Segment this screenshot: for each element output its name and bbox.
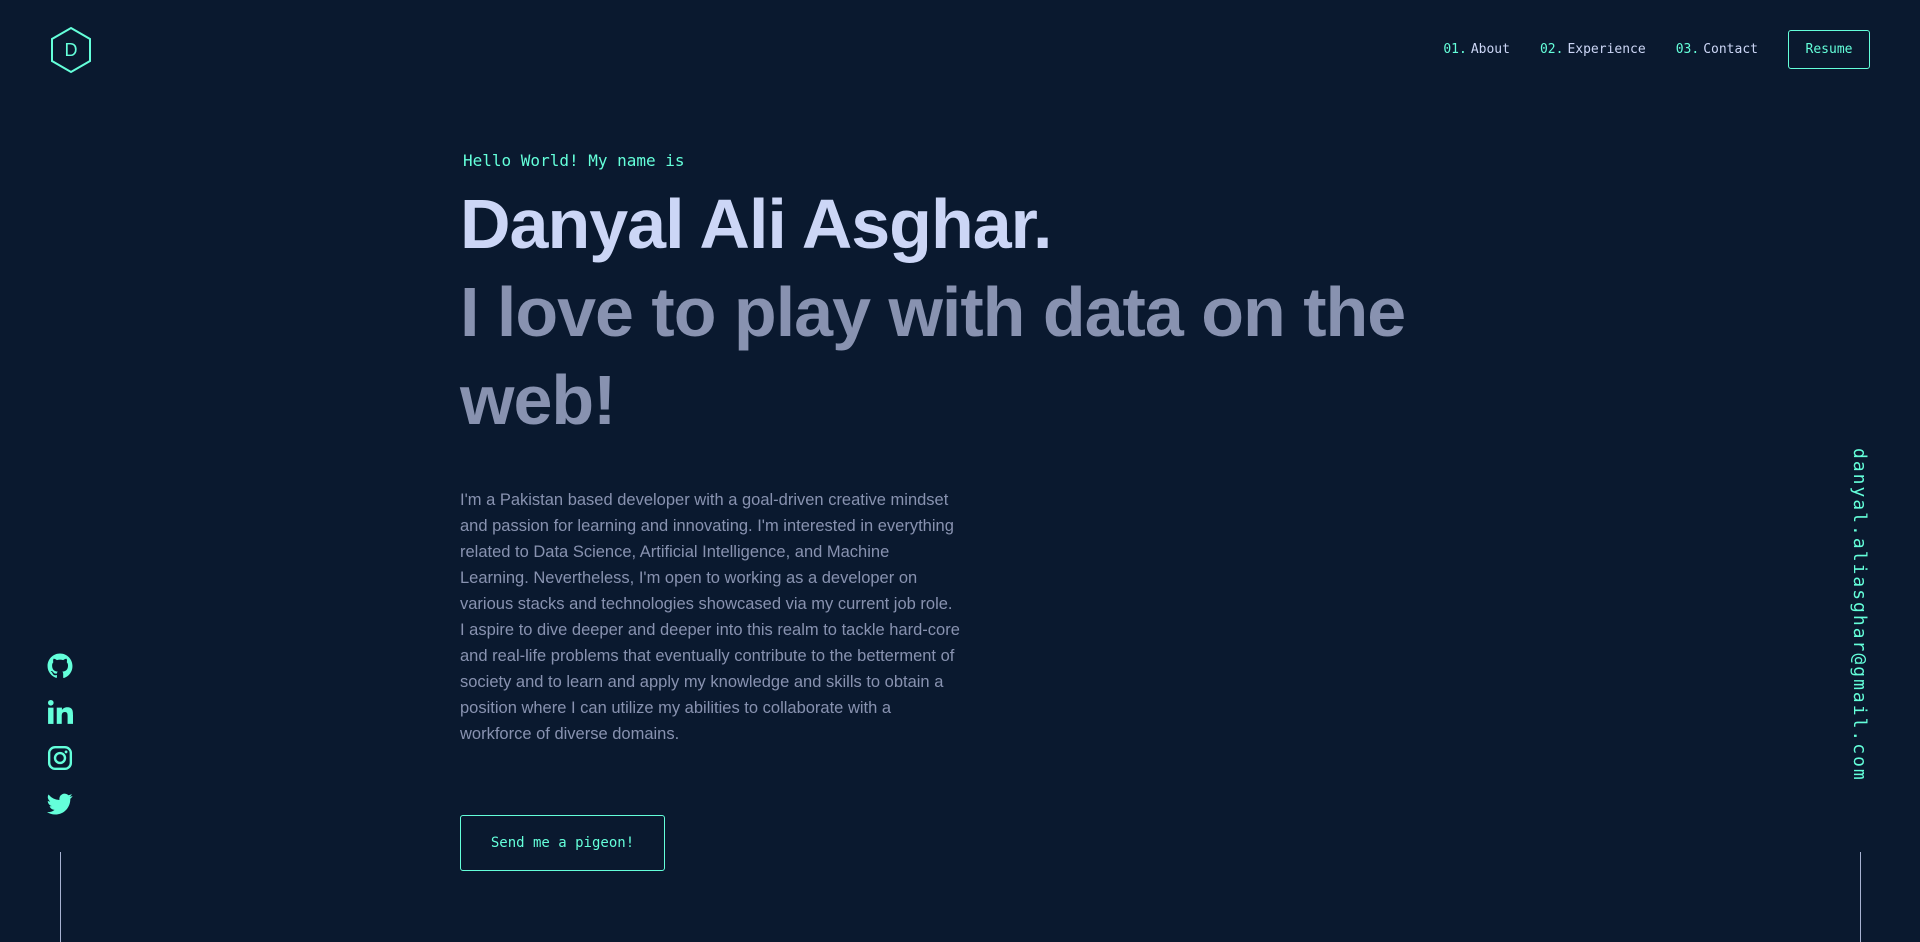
main-nav: 01. About 02. Experience 03. Contact Resume [1413, 30, 1870, 69]
right-sidebar-line [1860, 852, 1861, 942]
nav-item-label: About [1470, 42, 1510, 57]
nav-item-label: Experience [1567, 42, 1646, 57]
github-icon [47, 653, 73, 679]
left-sidebar-line [60, 852, 61, 942]
hero-tagline: I love to play with data on the web! [460, 273, 1406, 439]
nav-item-number: 02. [1539, 42, 1564, 57]
hero-bio: I'm a Pakistan based developer with a go… [460, 491, 960, 743]
instagram-link[interactable] [46, 744, 74, 772]
nav-item-number: 03. [1675, 42, 1700, 57]
nav-item-label: Contact [1703, 42, 1758, 57]
hero-greeting: Hello World! My name is [463, 151, 685, 170]
linkedin-icon [47, 699, 73, 724]
twitter-link[interactable] [46, 790, 74, 818]
logo-letter: D [64, 39, 78, 60]
email-link[interactable]: danyal.aliasghar@gmail.com [1849, 448, 1870, 782]
nav-item-number: 01. [1443, 42, 1467, 57]
resume-button[interactable]: Resume [1788, 30, 1870, 69]
linkedin-link[interactable] [46, 698, 74, 726]
send-pigeon-button[interactable]: Send me a pigeon! [460, 815, 665, 871]
hero-name: Danyal Ali Asghar. [460, 185, 1052, 263]
logo[interactable]: D [49, 26, 93, 74]
nav-item-contact[interactable]: 03. Contact [1676, 42, 1758, 57]
github-link[interactable] [46, 652, 74, 680]
twitter-icon [47, 793, 73, 815]
nav-item-about[interactable]: 01. About [1443, 42, 1510, 57]
instagram-icon [47, 745, 73, 771]
social-links [46, 652, 74, 836]
nav-item-experience[interactable]: 02. Experience [1540, 42, 1646, 57]
